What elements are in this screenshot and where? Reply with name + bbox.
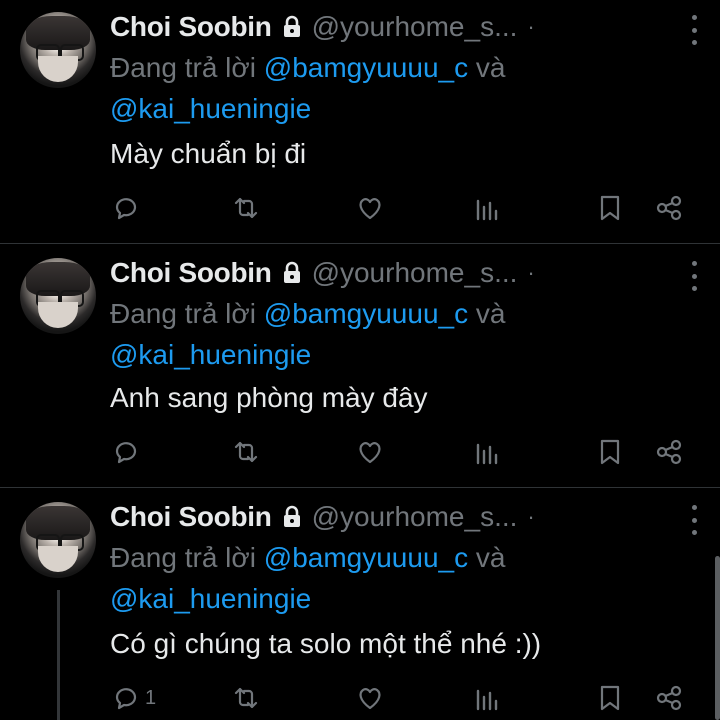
- more-icon[interactable]: [690, 15, 698, 45]
- heart-icon: [359, 198, 381, 220]
- avatar[interactable]: [20, 258, 96, 334]
- views-icon: [476, 443, 498, 465]
- mention-link[interactable]: @bamgyuuuu_c: [264, 52, 468, 83]
- share-button[interactable]: [654, 188, 684, 228]
- like-button[interactable]: [355, 188, 385, 228]
- bookmark-button[interactable]: [595, 678, 625, 718]
- reply-icon: [115, 442, 137, 464]
- tweet-actions: [0, 432, 720, 472]
- retweet-button[interactable]: [231, 188, 261, 228]
- tweet[interactable]: Choi Soobin @yourhome_s... · Đang trả lờ…: [0, 488, 720, 720]
- views-icon: [476, 689, 498, 711]
- tweet[interactable]: Choi Soobin @yourhome_s... · Đang trả lờ…: [0, 244, 720, 488]
- views-button[interactable]: [472, 678, 502, 718]
- display-name[interactable]: Choi Soobin: [110, 11, 272, 43]
- scrollbar[interactable]: [715, 556, 720, 720]
- avatar-face: [38, 546, 78, 572]
- avatar-face: [38, 56, 78, 82]
- user-handle[interactable]: @yourhome_s...: [312, 501, 518, 533]
- reply-button[interactable]: [111, 188, 141, 228]
- tweet-header: Choi Soobin @yourhome_s... ·: [110, 10, 535, 44]
- avatar[interactable]: [20, 12, 96, 88]
- lock-icon: [283, 505, 300, 527]
- reply-count: 1: [145, 686, 157, 709]
- bookmark-icon: [600, 439, 620, 465]
- like-button[interactable]: [355, 678, 385, 718]
- separator-dot: ·: [527, 504, 535, 529]
- replying-to: Đang trả lời @bamgyuuuu_c và: [110, 52, 505, 84]
- mention-link[interactable]: @bamgyuuuu_c: [264, 298, 468, 329]
- lock-icon: [283, 15, 300, 37]
- tweet-text: Mày chuẩn bị đi: [110, 138, 307, 169]
- user-handle[interactable]: @yourhome_s...: [312, 257, 518, 289]
- tweet-actions: [0, 188, 720, 228]
- retweet-button[interactable]: [231, 678, 261, 718]
- tweet-text: Anh sang phòng mày đây: [110, 382, 428, 413]
- share-button[interactable]: [654, 678, 684, 718]
- display-name[interactable]: Choi Soobin: [110, 501, 272, 533]
- tweet-header: Choi Soobin @yourhome_s... ·: [110, 500, 535, 534]
- lock-icon: [283, 261, 300, 283]
- replying-to: Đang trả lời @bamgyuuuu_c và: [110, 542, 505, 574]
- mention-link[interactable]: @bamgyuuuu_c: [264, 542, 468, 573]
- share-icon: [656, 685, 682, 711]
- avatar-face: [38, 302, 78, 328]
- views-button[interactable]: [472, 432, 502, 472]
- retweet-icon: [234, 197, 258, 219]
- views-icon: [476, 199, 498, 221]
- mention-link[interactable]: @kai_hueningie: [110, 339, 311, 371]
- share-button[interactable]: [654, 432, 684, 472]
- share-icon: [656, 195, 682, 221]
- replying-to-label: Đang trả lời: [110, 542, 256, 573]
- reply-icon: [115, 198, 137, 220]
- more-icon[interactable]: [690, 261, 698, 291]
- bookmark-icon: [600, 685, 620, 711]
- like-button[interactable]: [355, 432, 385, 472]
- replying-to-conjunction: và: [475, 52, 506, 83]
- separator-dot: ·: [527, 260, 535, 285]
- views-button[interactable]: [472, 188, 502, 228]
- retweet-icon: [234, 441, 258, 463]
- retweet-icon: [234, 687, 258, 709]
- display-name[interactable]: Choi Soobin: [110, 257, 272, 289]
- bookmark-button[interactable]: [595, 188, 625, 228]
- replying-to-label: Đang trả lời: [110, 298, 256, 329]
- mention-link[interactable]: @kai_hueningie: [110, 93, 311, 125]
- replying-to-conjunction: và: [475, 298, 506, 329]
- replying-to-conjunction: và: [475, 542, 506, 573]
- tweet-header: Choi Soobin @yourhome_s... ·: [110, 256, 535, 290]
- reply-button[interactable]: [111, 432, 141, 472]
- avatar[interactable]: [20, 502, 96, 578]
- mention-link[interactable]: @kai_hueningie: [110, 583, 311, 615]
- reply-icon: [115, 688, 137, 710]
- share-icon: [656, 439, 682, 465]
- tweet[interactable]: Choi Soobin @yourhome_s... · Đang trả lờ…: [0, 0, 720, 244]
- heart-icon: [359, 688, 381, 710]
- more-icon[interactable]: [690, 505, 698, 535]
- replying-to-label: Đang trả lời: [110, 52, 256, 83]
- tweet-text: Có gì chúng ta solo một thể nhé :)): [110, 628, 542, 659]
- heart-icon: [359, 442, 381, 464]
- bookmark-icon: [600, 195, 620, 221]
- retweet-button[interactable]: [231, 432, 261, 472]
- reply-button[interactable]: 1: [111, 678, 156, 718]
- user-handle[interactable]: @yourhome_s...: [312, 11, 518, 43]
- separator-dot: ·: [527, 14, 535, 39]
- bookmark-button[interactable]: [595, 432, 625, 472]
- tweet-actions: 1: [0, 678, 720, 718]
- replying-to: Đang trả lời @bamgyuuuu_c và: [110, 298, 505, 330]
